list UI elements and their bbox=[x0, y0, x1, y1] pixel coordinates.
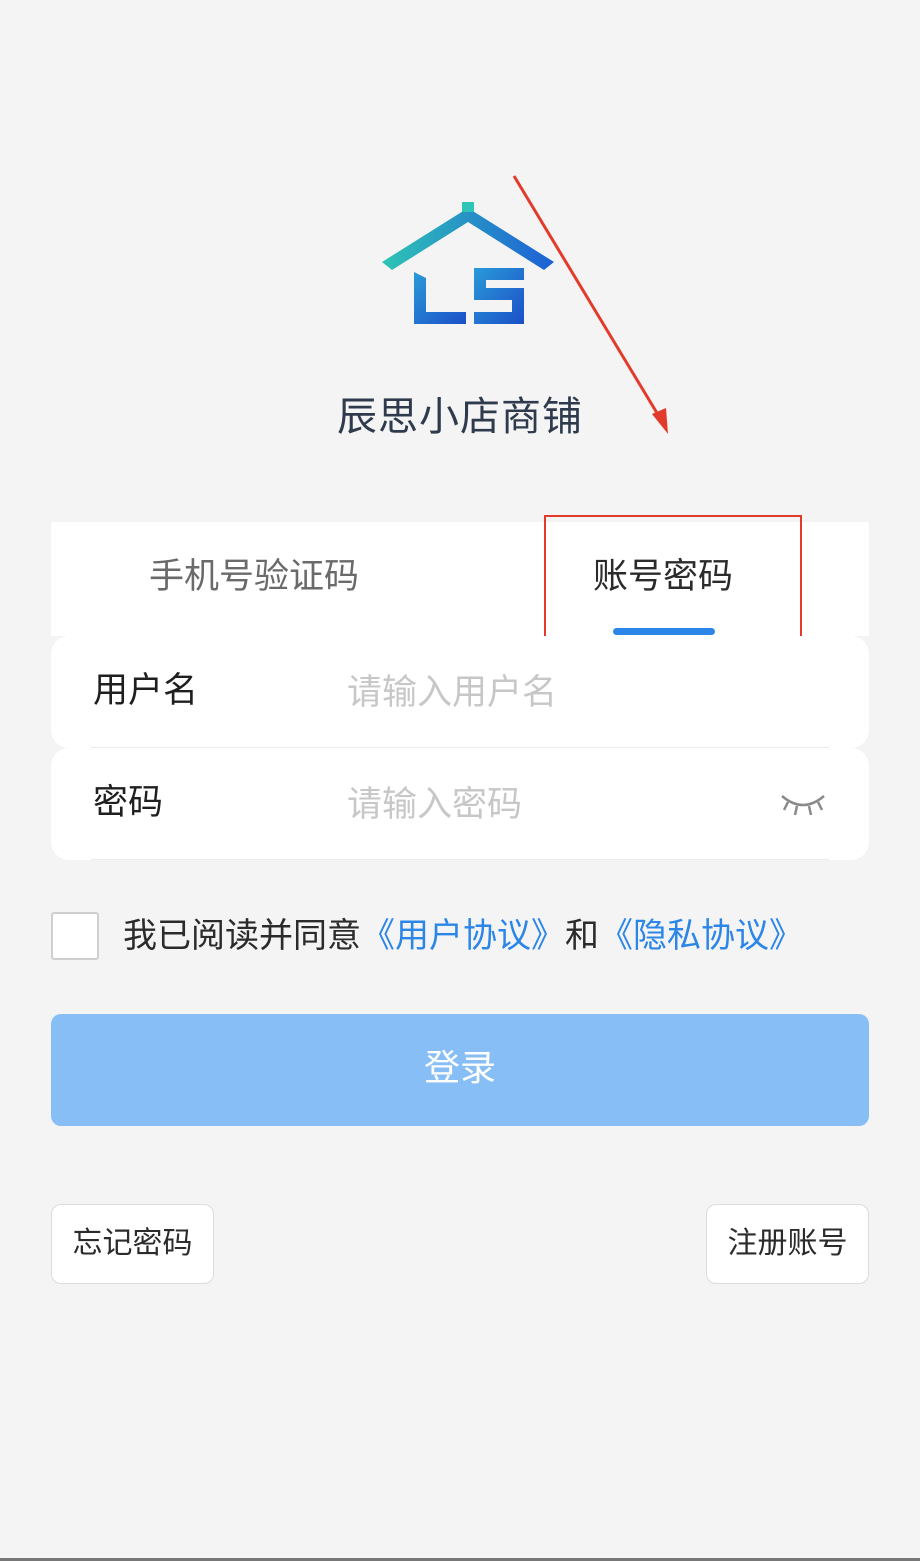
house-logo-icon bbox=[382, 202, 554, 324]
app-title: 辰思小店商铺 bbox=[337, 394, 583, 440]
privacy-agreement-link[interactable]: 《隐私协议》 bbox=[599, 916, 803, 956]
username-row: 用户名 bbox=[51, 636, 869, 748]
annotation-highlight-box bbox=[544, 515, 802, 648]
username-input[interactable] bbox=[345, 664, 769, 722]
agreement-checkbox[interactable] bbox=[51, 912, 99, 960]
agreement-text: 我已阅读并同意《用户协议》和《隐私协议》 bbox=[123, 910, 803, 964]
agreement-prefix: 我已阅读并同意 bbox=[123, 916, 361, 956]
agreement-row: 我已阅读并同意《用户协议》和《隐私协议》 bbox=[51, 910, 869, 964]
divider bbox=[91, 859, 829, 860]
eye-closed-icon[interactable] bbox=[778, 788, 828, 818]
password-label: 密码 bbox=[93, 783, 164, 823]
forgot-password-button[interactable]: 忘记密码 bbox=[51, 1204, 214, 1284]
username-label: 用户名 bbox=[93, 671, 199, 711]
password-input[interactable] bbox=[345, 776, 769, 834]
register-account-button[interactable]: 注册账号 bbox=[706, 1204, 869, 1284]
user-agreement-link[interactable]: 《用户协议》 bbox=[361, 916, 565, 956]
tab-sms-code[interactable]: 手机号验证码 bbox=[149, 522, 359, 636]
agreement-conjunction: 和 bbox=[565, 916, 599, 956]
login-button[interactable]: 登录 bbox=[51, 1014, 869, 1126]
password-row: 密码 bbox=[51, 748, 869, 860]
